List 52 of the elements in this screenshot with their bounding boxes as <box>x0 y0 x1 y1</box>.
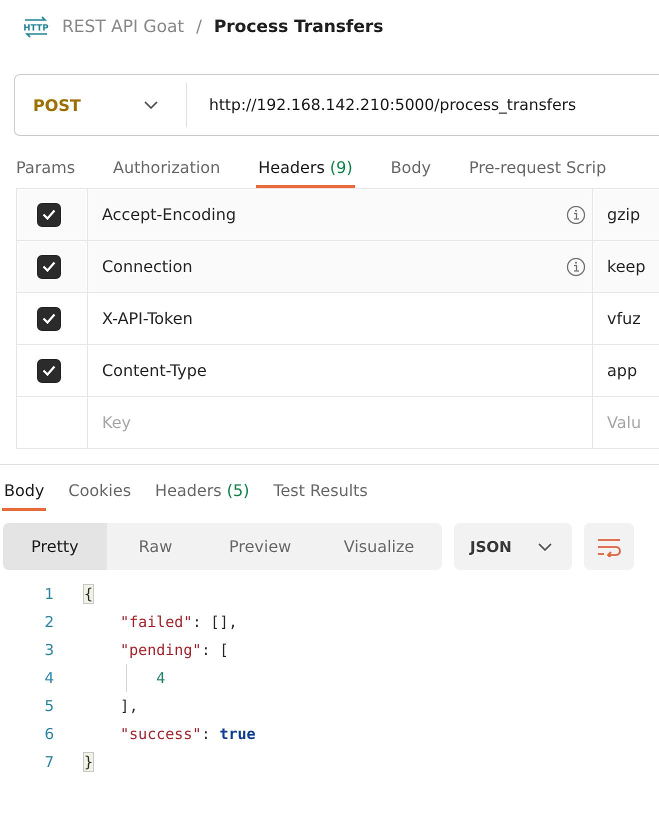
breadcrumb-separator: / <box>196 17 202 37</box>
view-mode-tab[interactable]: Visualize <box>316 523 442 570</box>
header-key: X-API-Token <box>102 309 193 328</box>
checkbox[interactable] <box>37 254 61 278</box>
info-icon <box>566 204 586 224</box>
response-tab[interactable]: Headers (5) <box>153 481 252 511</box>
code-line: 4 <box>155 669 166 687</box>
format-dropdown[interactable]: JSON <box>454 523 572 570</box>
collection-name[interactable]: REST API Goat <box>62 17 184 37</box>
request-name: Process Transfers <box>214 17 384 37</box>
response-tab[interactable]: Cookies <box>66 481 134 511</box>
code-line: "pending": [ <box>119 641 228 659</box>
header-key: Accept-Encoding <box>102 205 236 224</box>
code-line: "success": true <box>119 725 256 743</box>
chevron-down-icon <box>144 101 158 109</box>
checkmark-icon <box>42 209 56 220</box>
view-mode-tab[interactable]: Preview <box>204 523 316 570</box>
line-number: 3 <box>43 641 55 659</box>
checkbox[interactable] <box>37 358 61 382</box>
checkbox[interactable] <box>37 202 61 226</box>
checkbox[interactable] <box>37 306 61 330</box>
line-number: 7 <box>43 753 55 771</box>
line-number: 4 <box>43 669 55 687</box>
response-tab[interactable]: Body <box>2 481 46 511</box>
line-number: 6 <box>43 725 55 743</box>
line-number: 1 <box>43 585 55 603</box>
chevron-down-icon <box>538 542 552 550</box>
line-number: 5 <box>43 697 55 715</box>
info-icon <box>566 256 586 276</box>
code-line: "failed": [], <box>119 613 238 631</box>
header-value: app <box>607 361 638 380</box>
view-mode-tab[interactable]: Pretty <box>3 523 107 570</box>
request-tab[interactable]: Body <box>388 158 433 188</box>
url-field[interactable]: http://192.168.142.210:5000/process_transfers <box>207 95 659 115</box>
header-value: gzip <box>607 205 640 224</box>
view-mode-tab[interactable]: Raw <box>106 523 204 570</box>
checkmark-icon <box>42 261 56 272</box>
response-tab[interactable]: Test Results <box>271 481 370 511</box>
checkmark-icon <box>42 313 56 324</box>
request-tab[interactable]: Pre-request Scrip <box>466 158 608 188</box>
header-value: keep <box>607 257 646 276</box>
wrap-lines-button[interactable] <box>584 523 634 570</box>
header-value: vfuz <box>607 309 641 328</box>
header-key: Connection <box>102 257 193 276</box>
request-tab[interactable]: Params <box>14 158 78 188</box>
code-line: ], <box>119 697 138 715</box>
method-dropdown[interactable]: POST <box>15 83 187 127</box>
checkmark-icon <box>42 365 56 376</box>
wrap-lines-icon <box>596 536 622 556</box>
header-key: Content-Type <box>102 361 207 380</box>
line-number: 2 <box>43 613 55 631</box>
request-tab[interactable]: Authorization <box>111 158 222 188</box>
